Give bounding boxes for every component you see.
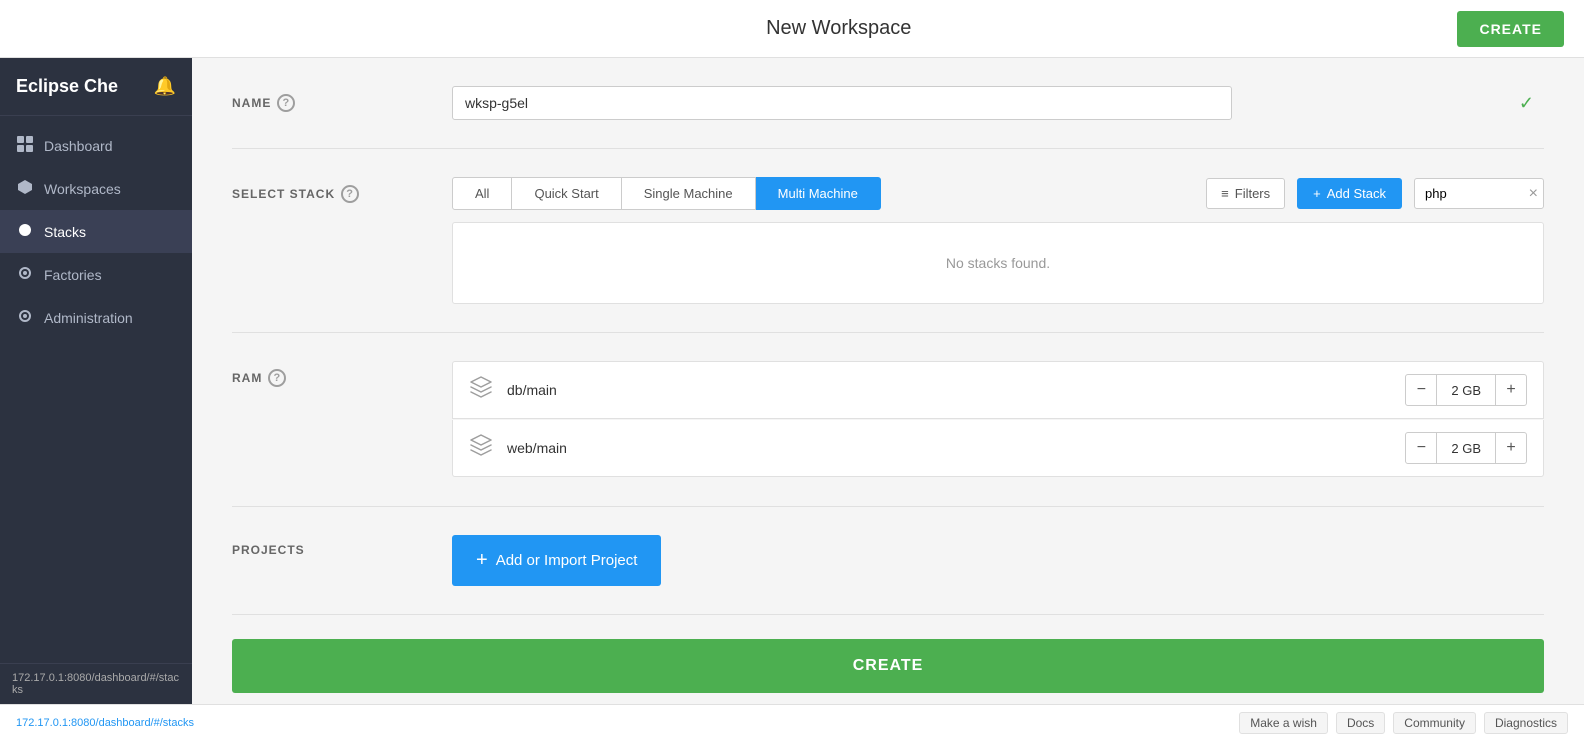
topbar-create-button[interactable]: CREATE — [1457, 11, 1564, 47]
footer-link-community[interactable]: Community — [1393, 712, 1476, 734]
sidebar: Eclipse Che 🔔 Dashboard Wor — [0, 58, 192, 704]
main-content: NAME ? ✓ SELECT STACK ? — [192, 58, 1584, 704]
dashboard-icon — [16, 136, 34, 155]
db-ram-increase[interactable]: + — [1495, 374, 1527, 406]
db-ram-value: 2 GB — [1437, 374, 1495, 406]
name-valid-icon: ✓ — [1519, 93, 1534, 114]
select-stack-help-icon[interactable]: ? — [341, 185, 359, 203]
tab-quick-start[interactable]: Quick Start — [512, 177, 621, 210]
db-ram-decrease[interactable]: − — [1405, 374, 1437, 406]
footer-url: 172.17.0.1:8080/dashboard/#/stacks — [16, 717, 194, 729]
search-clear-icon[interactable]: × — [1529, 185, 1538, 203]
sidebar-item-dashboard[interactable]: Dashboard — [0, 124, 192, 167]
web-ram-decrease[interactable]: − — [1405, 432, 1437, 464]
stack-search-input[interactable] — [1414, 178, 1544, 209]
tab-single-machine[interactable]: Single Machine — [622, 177, 756, 210]
topbar: New Workspace CREATE — [0, 0, 1584, 58]
add-stack-plus-icon: + — [1313, 186, 1321, 201]
filters-button[interactable]: ≡ Filters — [1206, 178, 1285, 209]
projects-section: PROJECTS + Add or Import Project — [232, 507, 1544, 615]
ram-machine-db: db/main − 2 GB + — [452, 361, 1544, 419]
footer-link-diagnostics[interactable]: Diagnostics — [1484, 712, 1568, 734]
no-stacks-message: No stacks found. — [452, 222, 1544, 304]
sidebar-item-stacks[interactable]: Stacks — [0, 210, 192, 253]
tab-all[interactable]: All — [452, 177, 512, 210]
web-ram-value: 2 GB — [1437, 432, 1495, 464]
web-ram-controls: − 2 GB + — [1405, 432, 1527, 464]
footer-link-docs[interactable]: Docs — [1336, 712, 1385, 734]
select-stack-label: SELECT STACK ? — [232, 177, 412, 203]
sidebar-label-factories: Factories — [44, 267, 102, 283]
sidebar-label-dashboard: Dashboard — [44, 138, 113, 154]
web-machine-icon — [469, 433, 493, 463]
sidebar-label-stacks: Stacks — [44, 224, 86, 240]
name-input-wrap: ✓ — [452, 86, 1544, 120]
stack-toolbar: All Quick Start Single Machine Multi Mac… — [452, 177, 1544, 210]
sidebar-label-administration: Administration — [44, 310, 133, 326]
app-title: Eclipse Che — [16, 76, 118, 97]
workspace-name-input[interactable] — [452, 86, 1232, 120]
db-machine-name: db/main — [507, 382, 1405, 398]
sidebar-nav: Dashboard Workspaces Stacks — [0, 116, 192, 663]
db-ram-controls: − 2 GB + — [1405, 374, 1527, 406]
content-inner: NAME ? ✓ SELECT STACK ? — [192, 58, 1584, 704]
sidebar-logo: Eclipse Che 🔔 — [0, 58, 192, 116]
layout: Eclipse Che 🔔 Dashboard Wor — [0, 58, 1584, 704]
add-stack-label: Add Stack — [1327, 186, 1386, 201]
search-wrap: × — [1414, 178, 1544, 209]
add-stack-button[interactable]: + Add Stack — [1297, 178, 1402, 209]
footer-links: Make a wish Docs Community Diagnostics — [1239, 712, 1568, 734]
select-stack-content: All Quick Start Single Machine Multi Mac… — [452, 177, 1544, 304]
tab-multi-machine[interactable]: Multi Machine — [756, 177, 881, 210]
filters-icon: ≡ — [1221, 186, 1229, 201]
sidebar-label-workspaces: Workspaces — [44, 181, 121, 197]
factories-icon — [16, 265, 34, 284]
projects-section-content: + Add or Import Project — [452, 535, 1544, 586]
sidebar-url: 172.17.0.1:8080/dashboard/#/stacks — [0, 663, 192, 704]
ram-section: RAM ? db/main — [232, 333, 1544, 507]
name-help-icon[interactable]: ? — [277, 94, 295, 112]
web-ram-increase[interactable]: + — [1495, 432, 1527, 464]
sidebar-item-workspaces[interactable]: Workspaces — [0, 167, 192, 210]
db-machine-icon — [469, 375, 493, 405]
sidebar-item-factories[interactable]: Factories — [0, 253, 192, 296]
name-label: NAME ? — [232, 86, 412, 112]
name-section-content: ✓ — [452, 86, 1544, 120]
bell-icon[interactable]: 🔔 — [154, 76, 176, 97]
workspaces-icon — [16, 179, 34, 198]
add-project-plus-icon: + — [476, 549, 488, 572]
name-section: NAME ? ✓ — [232, 58, 1544, 149]
web-machine-name: web/main — [507, 440, 1405, 456]
administration-icon — [16, 308, 34, 327]
ram-machine-web: web/main − 2 GB + — [452, 420, 1544, 477]
footer-link-make-a-wish[interactable]: Make a wish — [1239, 712, 1328, 734]
filters-label: Filters — [1235, 186, 1270, 201]
select-stack-section: SELECT STACK ? All Quick Start Single Ma… — [232, 149, 1544, 333]
page-title: New Workspace — [766, 17, 911, 40]
ram-section-content: db/main − 2 GB + — [452, 361, 1544, 478]
add-project-button[interactable]: + Add or Import Project — [452, 535, 661, 586]
projects-label: PROJECTS — [232, 535, 412, 557]
ram-label: RAM ? — [232, 361, 412, 387]
stacks-icon — [16, 222, 34, 241]
ram-help-icon[interactable]: ? — [268, 369, 286, 387]
bottom-create-button[interactable]: CREATE — [232, 639, 1544, 693]
stack-tabs-group: All Quick Start Single Machine Multi Mac… — [452, 177, 881, 210]
add-project-label: Add or Import Project — [496, 552, 638, 569]
sidebar-item-administration[interactable]: Administration — [0, 296, 192, 339]
footer: 172.17.0.1:8080/dashboard/#/stacks Make … — [0, 704, 1584, 740]
